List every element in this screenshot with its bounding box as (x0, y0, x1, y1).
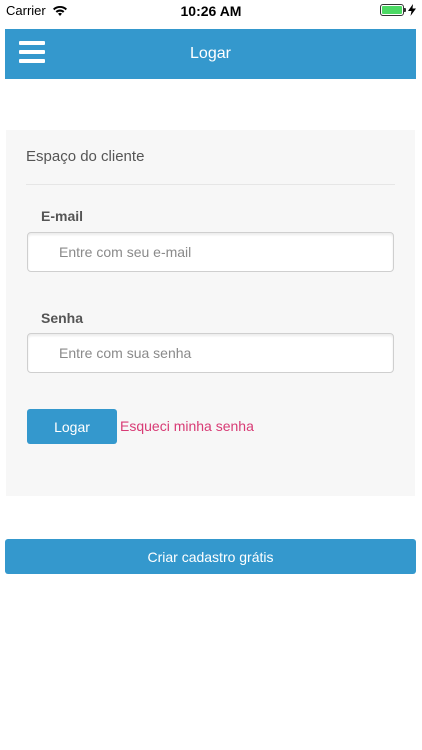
login-card: Espaço do cliente E-mail Senha Logar Esq… (6, 130, 415, 496)
forgot-password-link[interactable]: Esqueci minha senha (120, 418, 254, 434)
card-divider (26, 184, 395, 185)
battery-icon (380, 4, 406, 16)
status-right (380, 4, 416, 16)
password-field[interactable] (27, 333, 394, 373)
password-label: Senha (41, 310, 84, 326)
create-account-button[interactable]: Criar cadastro grátis (5, 539, 416, 574)
charging-bolt-icon (408, 4, 416, 16)
email-field[interactable] (27, 232, 394, 272)
status-bar: Carrier 10:26 AM (0, 0, 422, 24)
page-title: Logar (190, 45, 231, 62)
card-title: Espaço do cliente (26, 148, 145, 165)
battery-fill (382, 6, 402, 14)
app-header: Logar (5, 29, 416, 79)
email-label: E-mail (41, 208, 84, 224)
status-time: 10:26 AM (180, 3, 242, 19)
login-button[interactable]: Logar (27, 409, 117, 444)
